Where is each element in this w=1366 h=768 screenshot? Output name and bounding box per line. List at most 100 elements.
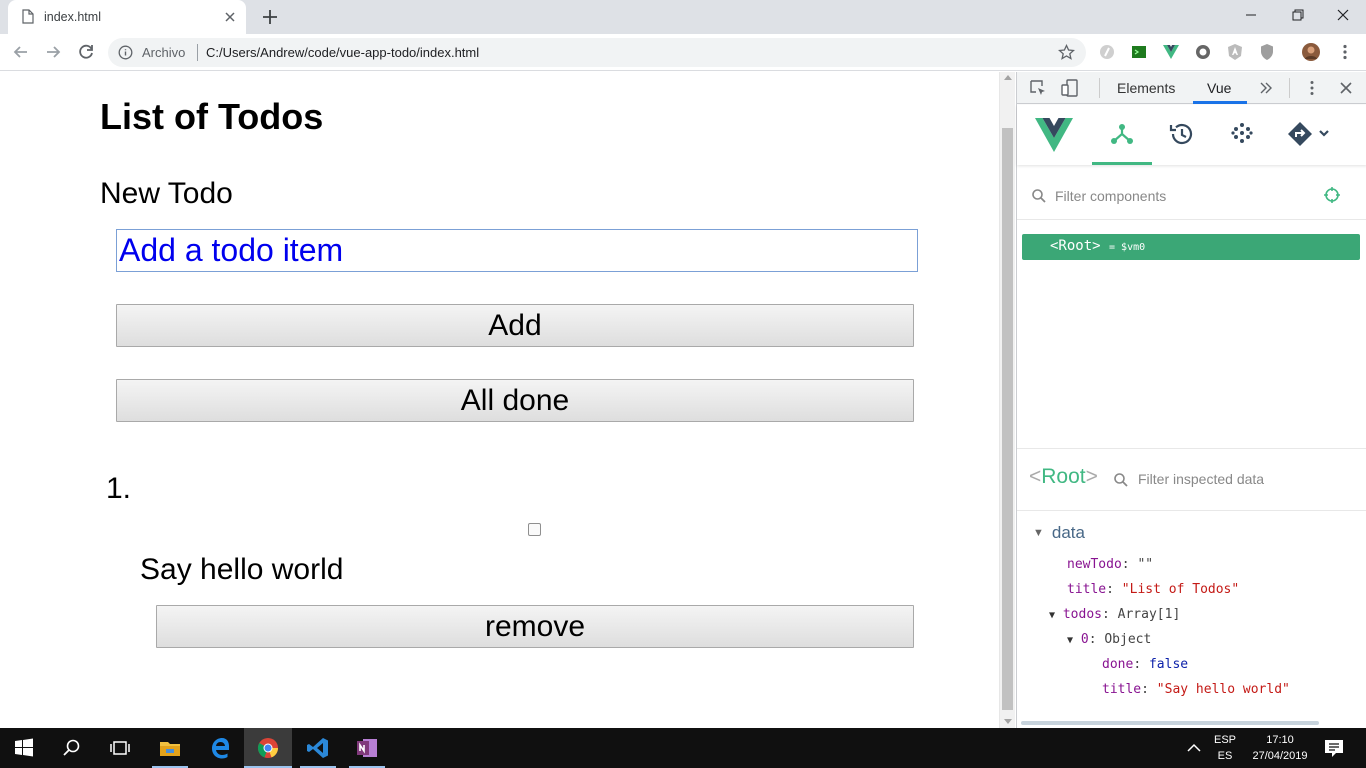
close-icon[interactable]: [222, 9, 238, 25]
terminal-extension-icon[interactable]: [1130, 43, 1148, 61]
forward-icon[interactable]: [42, 41, 64, 63]
data-row-title[interactable]: title: "List of Todos": [1067, 582, 1239, 597]
data-key: done: [1102, 657, 1134, 672]
history-icon[interactable]: [1167, 119, 1197, 149]
filter-components-input[interactable]: Filter components: [1055, 188, 1166, 204]
data-row-newtodo[interactable]: newTodo: "": [1067, 557, 1153, 572]
inspected-component-name: <Root>: [1029, 465, 1098, 488]
data-row-todos[interactable]: ▼ todos: Array[1]: [1049, 607, 1180, 622]
data-section-toggle[interactable]: ▼ data: [1033, 523, 1085, 543]
data-inspector: <Root> Filter inspected data ▼ data newTo…: [1017, 448, 1366, 728]
clock-date: 27/04/2019: [1252, 750, 1308, 762]
page-title: List of Todos: [100, 96, 324, 137]
data-key: title: [1102, 682, 1142, 697]
add-button[interactable]: Add: [116, 304, 914, 347]
toolbar-divider: [1099, 78, 1100, 98]
extension-icon[interactable]: [1098, 43, 1116, 61]
inspect-element-icon[interactable]: [1029, 79, 1047, 97]
device-toolbar-icon[interactable]: [1061, 79, 1079, 97]
vue-logo-icon: [1035, 118, 1073, 152]
expand-triangle-icon: ▼: [1049, 610, 1056, 621]
vuex-icon[interactable]: [1227, 119, 1257, 149]
onenote-icon[interactable]: [355, 736, 379, 760]
minimize-icon[interactable]: [1238, 4, 1264, 26]
browser-tab[interactable]: index.html: [8, 0, 246, 34]
address-bar[interactable]: Archivo C:/Users/Andrew/code/vue-app-tod…: [108, 38, 1086, 67]
root-vm-label: = $vm0: [1109, 242, 1146, 253]
new-todo-input[interactable]: Add a todo item: [116, 229, 918, 272]
info-icon[interactable]: [118, 45, 133, 60]
back-icon[interactable]: [10, 41, 32, 63]
language-code: ESP: [1214, 734, 1237, 746]
tab-elements[interactable]: Elements: [1117, 80, 1175, 96]
windows-start-icon[interactable]: [12, 736, 36, 760]
angular-extension-icon[interactable]: [1226, 43, 1244, 61]
clock-time: 17:10: [1266, 734, 1294, 746]
active-tab-indicator: [1193, 101, 1247, 104]
url-text[interactable]: C:/Users/Andrew/code/vue-app-todo/index.…: [206, 45, 479, 60]
action-center-notifications-icon[interactable]: [1322, 736, 1346, 760]
data-key: todos: [1062, 607, 1102, 622]
bookmark-star-icon[interactable]: [1058, 44, 1075, 61]
edge-browser-icon[interactable]: [208, 736, 232, 760]
data-value: Array[1]: [1117, 607, 1181, 622]
data-row-item-title[interactable]: title: "Say hello world": [1102, 682, 1290, 697]
origin-label: Archivo: [142, 45, 186, 60]
reload-icon[interactable]: [75, 41, 97, 63]
profile-avatar[interactable]: [1302, 43, 1320, 61]
chrome-browser-icon: [257, 738, 279, 758]
devtools-tabbar: Elements Vue: [1017, 72, 1366, 104]
scroll-thumb[interactable]: [1002, 128, 1013, 710]
chrome-taskbar-button[interactable]: [244, 728, 292, 768]
vue-devtools-extension-icon[interactable]: [1162, 43, 1180, 61]
data-value: false: [1148, 657, 1189, 672]
data-key: newTodo: [1067, 557, 1122, 572]
todo-title: Say hello world: [140, 553, 344, 586]
show-hidden-icons-chevron-icon[interactable]: [1184, 736, 1204, 760]
extension-icon[interactable]: [1194, 43, 1212, 61]
devtools-menu-icon[interactable]: [1303, 79, 1321, 97]
windows-taskbar: ESP ES 17:10 27/04/2019: [0, 728, 1366, 768]
chrome-menu-icon[interactable]: [1336, 43, 1354, 61]
router-events-dropdown-icon[interactable]: [1285, 119, 1331, 149]
select-component-target-icon[interactable]: [1323, 186, 1341, 204]
more-tabs-chevron-icon[interactable]: [1257, 79, 1275, 97]
data-value: Object: [1104, 632, 1152, 647]
todo-done-checkbox[interactable]: [528, 523, 541, 536]
remove-button[interactable]: remove: [156, 605, 914, 648]
new-tab-icon[interactable]: [260, 7, 280, 27]
window-close-icon[interactable]: [1330, 4, 1356, 26]
restore-icon[interactable]: [1284, 4, 1310, 26]
task-view-icon[interactable]: [108, 736, 132, 760]
expand-triangle-icon: ▼: [1033, 527, 1044, 539]
all-done-button[interactable]: All done: [116, 379, 914, 422]
input-language-indicator[interactable]: ESP ES: [1214, 732, 1236, 764]
page-scrollbar[interactable]: [999, 72, 1015, 728]
vscode-icon[interactable]: [306, 736, 330, 760]
data-row-done[interactable]: done: false: [1102, 657, 1188, 672]
data-row-todo-item[interactable]: ▼ 0: Object: [1067, 632, 1151, 647]
data-key: 0: [1080, 632, 1089, 647]
file-explorer-icon[interactable]: [158, 736, 182, 760]
shield-icon[interactable]: [1258, 43, 1276, 61]
url-separator: [197, 44, 198, 61]
data-value: "": [1137, 557, 1154, 572]
tab-vue[interactable]: Vue: [1207, 80, 1231, 96]
page-viewport: List of Todos New Todo Add a todo item A…: [0, 72, 999, 728]
inspector-horizontal-scrollbar[interactable]: [1021, 721, 1319, 725]
filter-inspected-data-input[interactable]: Filter inspected data: [1138, 471, 1264, 487]
component-filter-bar: Filter components: [1017, 180, 1366, 220]
root-component-label: <Root> = $vm0: [1050, 238, 1145, 254]
new-todo-heading: New Todo: [100, 177, 233, 210]
scroll-up-arrow-icon[interactable]: [1004, 75, 1012, 80]
components-tree-icon[interactable]: [1107, 119, 1137, 149]
devtools-panel: Elements Vue Filter components <Root> = …: [1016, 72, 1366, 728]
close-devtools-icon[interactable]: [1337, 79, 1355, 97]
system-clock[interactable]: 17:10 27/04/2019: [1248, 732, 1312, 764]
toolbar-divider: [1289, 78, 1290, 98]
data-section-label: data: [1051, 523, 1085, 542]
scroll-down-arrow-icon[interactable]: [1004, 719, 1012, 724]
data-value: "List of Todos": [1121, 582, 1240, 597]
component-tree-root-row[interactable]: <Root> = $vm0: [1022, 234, 1360, 260]
search-icon[interactable]: [60, 736, 84, 760]
